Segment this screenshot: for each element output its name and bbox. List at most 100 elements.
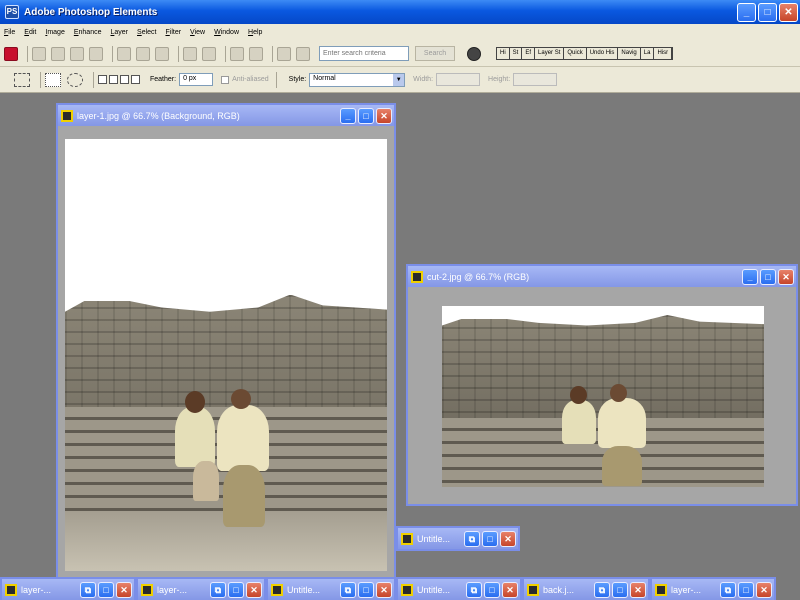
close-button[interactable]: ✕ bbox=[376, 581, 392, 598]
restore-button[interactable]: ⧉ bbox=[594, 581, 610, 598]
save-icon[interactable] bbox=[117, 46, 131, 61]
document-titlebar[interactable]: layer-1.jpg @ 66.7% (Background, RGB) _ … bbox=[58, 105, 394, 126]
document-titlebar[interactable]: cut-2.jpg @ 66.7% (RGB) _ □ ✕ bbox=[408, 266, 796, 287]
document-titlebar[interactable]: layer-... ⧉ □ ✕ bbox=[652, 579, 774, 600]
quick-fix-icon[interactable] bbox=[296, 46, 310, 61]
restore-button[interactable]: ⧉ bbox=[80, 581, 96, 598]
maximize-button[interactable]: □ bbox=[758, 2, 777, 22]
maximize-button[interactable]: □ bbox=[228, 581, 244, 598]
step-forward-icon[interactable] bbox=[249, 46, 263, 61]
online-services-icon[interactable] bbox=[202, 46, 216, 61]
menu-image[interactable]: Image bbox=[45, 29, 64, 36]
maximize-button[interactable]: □ bbox=[760, 268, 776, 285]
minimized-window[interactable]: layer-... ⧉ □ ✕ bbox=[0, 577, 136, 600]
palette-tab[interactable]: Hisr bbox=[654, 48, 673, 59]
help-icon[interactable] bbox=[467, 46, 481, 61]
menu-layer[interactable]: Layer bbox=[110, 29, 128, 36]
palette-tab[interactable]: Quick bbox=[564, 48, 587, 59]
search-input[interactable] bbox=[319, 46, 409, 61]
document-window-layer1[interactable]: layer-1.jpg @ 66.7% (Background, RGB) _ … bbox=[56, 103, 396, 583]
menu-view[interactable]: View bbox=[190, 29, 205, 36]
close-button[interactable]: ✕ bbox=[376, 107, 392, 124]
document-titlebar[interactable]: back.j... ⧉ □ ✕ bbox=[524, 579, 648, 600]
print-icon[interactable] bbox=[183, 46, 197, 61]
minimized-window[interactable]: Untitle... ⧉ □ ✕ bbox=[396, 526, 520, 551]
maximize-button[interactable]: □ bbox=[612, 581, 628, 598]
feather-input[interactable]: 0 px bbox=[179, 73, 214, 86]
minimize-button[interactable]: _ bbox=[742, 268, 758, 285]
menu-filter[interactable]: Filter bbox=[165, 29, 181, 36]
save-for-web-icon[interactable] bbox=[136, 46, 150, 61]
palette-tab[interactable]: Navig bbox=[618, 48, 641, 59]
subtract-from-selection-icon[interactable] bbox=[120, 75, 129, 84]
height-input[interactable] bbox=[513, 73, 558, 86]
minimized-window[interactable]: Untitle... ⧉ □ ✕ bbox=[266, 577, 396, 600]
maximize-button[interactable]: □ bbox=[482, 530, 498, 547]
chevron-down-icon[interactable]: ▼ bbox=[393, 73, 405, 86]
minimized-window[interactable]: layer-... ⧉ □ ✕ bbox=[136, 577, 266, 600]
document-canvas[interactable] bbox=[442, 306, 764, 487]
style-select[interactable]: Normal ▼ bbox=[309, 72, 406, 87]
close-button[interactable]: ✕ bbox=[630, 581, 646, 598]
document-canvas[interactable] bbox=[65, 139, 387, 571]
document-window-cut2[interactable]: cut-2.jpg @ 66.7% (RGB) _ □ ✕ bbox=[406, 264, 798, 506]
close-button[interactable]: ✕ bbox=[246, 581, 262, 598]
maximize-button[interactable]: □ bbox=[358, 107, 374, 124]
close-button[interactable]: ✕ bbox=[502, 581, 518, 598]
document-titlebar[interactable]: Untitle... ⧉ □ ✕ bbox=[398, 579, 520, 600]
document-titlebar[interactable]: Untitle... ⧉ □ ✕ bbox=[268, 579, 394, 600]
minimize-button[interactable]: _ bbox=[737, 2, 756, 22]
menu-select[interactable]: Select bbox=[137, 29, 156, 36]
import-icon[interactable] bbox=[70, 46, 84, 61]
rectangular-marquee-icon[interactable] bbox=[14, 72, 30, 87]
close-button[interactable]: ✕ bbox=[756, 581, 772, 598]
anti-aliased-checkbox[interactable] bbox=[221, 75, 230, 84]
menu-window[interactable]: Window bbox=[214, 29, 239, 36]
restore-button[interactable]: ⧉ bbox=[340, 581, 356, 598]
palette-tab[interactable]: Undo His bbox=[587, 48, 619, 59]
adobe-logo-icon[interactable] bbox=[4, 46, 18, 61]
minimize-button[interactable]: _ bbox=[340, 107, 356, 124]
minimized-window[interactable]: layer-... ⧉ □ ✕ bbox=[650, 577, 776, 600]
palette-tab[interactable]: St bbox=[510, 48, 523, 59]
intersect-selection-icon[interactable] bbox=[131, 75, 140, 84]
document-title: Untitle... bbox=[287, 584, 321, 595]
elliptical-marquee-tool-icon[interactable] bbox=[67, 72, 83, 87]
menu-edit[interactable]: Edit bbox=[24, 29, 36, 36]
add-to-selection-icon[interactable] bbox=[109, 75, 118, 84]
minimized-window[interactable]: Untitle... ⧉ □ ✕ bbox=[396, 577, 522, 600]
scanner-icon[interactable] bbox=[89, 46, 103, 61]
maximize-button[interactable]: □ bbox=[738, 581, 754, 598]
restore-button[interactable]: ⧉ bbox=[720, 581, 736, 598]
new-selection-icon[interactable] bbox=[98, 75, 107, 84]
menu-file[interactable]: File bbox=[4, 29, 15, 36]
open-file-icon[interactable] bbox=[51, 46, 65, 61]
attach-to-email-icon[interactable] bbox=[155, 46, 169, 61]
document-titlebar[interactable]: Untitle... ⧉ □ ✕ bbox=[398, 528, 518, 549]
menu-enhance[interactable]: Enhance bbox=[74, 29, 102, 36]
palette-tab[interactable]: Layer St bbox=[535, 48, 565, 59]
color-variations-icon[interactable] bbox=[277, 46, 291, 61]
maximize-button[interactable]: □ bbox=[358, 581, 374, 598]
restore-button[interactable]: ⧉ bbox=[464, 530, 480, 547]
maximize-button[interactable]: □ bbox=[98, 581, 114, 598]
width-input[interactable] bbox=[436, 73, 481, 86]
search-button[interactable]: Search bbox=[415, 46, 455, 61]
new-file-icon[interactable] bbox=[32, 46, 46, 61]
minimized-window[interactable]: back.j... ⧉ □ ✕ bbox=[522, 577, 650, 600]
rectangular-marquee-tool-icon[interactable] bbox=[45, 72, 61, 87]
maximize-button[interactable]: □ bbox=[484, 581, 500, 598]
palette-tab[interactable]: Hi bbox=[497, 48, 510, 59]
document-titlebar[interactable]: layer-... ⧉ □ ✕ bbox=[2, 579, 134, 600]
restore-button[interactable]: ⧉ bbox=[210, 581, 226, 598]
close-button[interactable]: ✕ bbox=[116, 581, 132, 598]
palette-tab[interactable]: La bbox=[641, 48, 655, 59]
close-button[interactable]: ✕ bbox=[500, 530, 516, 547]
palette-tab[interactable]: Ef bbox=[522, 48, 536, 59]
step-backward-icon[interactable] bbox=[230, 46, 244, 61]
close-button[interactable]: ✕ bbox=[779, 2, 798, 22]
menu-help[interactable]: Help bbox=[248, 29, 262, 36]
document-titlebar[interactable]: layer-... ⧉ □ ✕ bbox=[138, 579, 264, 600]
restore-button[interactable]: ⧉ bbox=[466, 581, 482, 598]
close-button[interactable]: ✕ bbox=[778, 268, 794, 285]
